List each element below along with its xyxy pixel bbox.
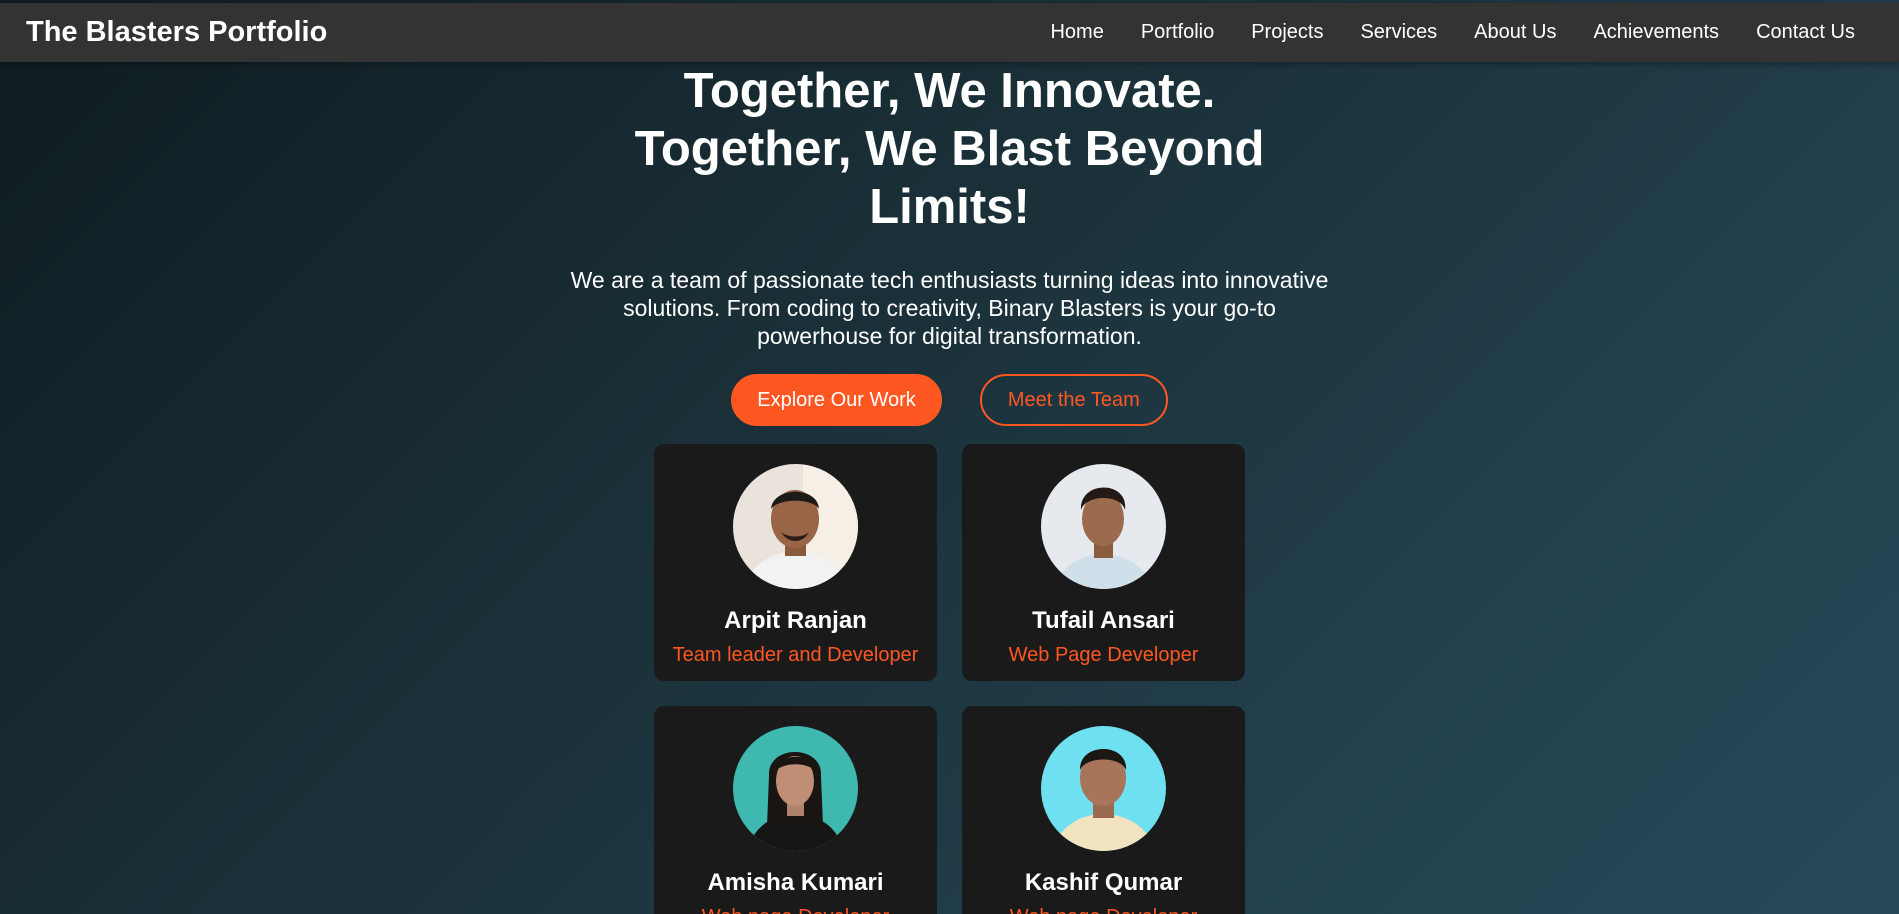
member-name: Tufail Ansari [1032, 607, 1175, 634]
hero-title-line: Together, We Innovate. [683, 64, 1216, 118]
nav-link-about-us[interactable]: About Us [1474, 21, 1556, 44]
meet-the-team-button[interactable]: Meet the Team [979, 374, 1168, 426]
member-name: Arpit Ranjan [724, 607, 867, 634]
team-grid: Arpit Ranjan Team leader and Developer T… [654, 444, 1245, 914]
explore-our-work-button[interactable]: Explore Our Work [731, 374, 942, 426]
nav-link-projects[interactable]: Projects [1251, 21, 1323, 44]
cta-row: Explore Our Work Meet the Team [731, 374, 1168, 426]
hero-title-line: Limits! [869, 180, 1030, 234]
team-card: Tufail Ansari Web Page Developer [962, 444, 1245, 681]
navbar: The Blasters Portfolio Home Portfolio Pr… [0, 3, 1899, 62]
avatar [733, 726, 858, 851]
avatar [733, 464, 858, 589]
nav-link-services[interactable]: Services [1360, 21, 1437, 44]
avatar [1041, 464, 1166, 589]
person-photo-icon [1041, 726, 1166, 851]
hero-title: Together, We Innovate. Together, We Blas… [600, 62, 1300, 236]
member-role: Web page Developer [1010, 906, 1198, 914]
member-role: Team leader and Developer [672, 644, 919, 666]
person-photo-icon [733, 726, 858, 851]
nav-link-portfolio[interactable]: Portfolio [1141, 21, 1214, 44]
nav-link-achievements[interactable]: Achievements [1593, 21, 1719, 44]
nav-link-contact-us[interactable]: Contact Us [1756, 21, 1855, 44]
team-card: Amisha Kumari Web page Developer [654, 706, 937, 914]
nav-link-home[interactable]: Home [1050, 21, 1103, 44]
team-card: Kashif Qumar Web page Developer [962, 706, 1245, 914]
brand-logo[interactable]: The Blasters Portfolio [26, 16, 327, 49]
page: The Blasters Portfolio Home Portfolio Pr… [0, 0, 1899, 914]
hero-description: We are a team of passionate tech enthusi… [570, 267, 1329, 349]
nav-links: Home Portfolio Projects Services About U… [1013, 21, 1855, 44]
member-name: Amisha Kumari [707, 869, 884, 896]
hero-section: Together, We Innovate. Together, We Blas… [0, 62, 1899, 426]
person-photo-icon [1041, 464, 1166, 589]
team-card: Arpit Ranjan Team leader and Developer [654, 444, 937, 681]
member-role: Web page Developer [702, 906, 890, 914]
member-role: Web Page Developer [1008, 644, 1199, 666]
hero-title-line: Together, We Blast Beyond [634, 122, 1265, 176]
member-name: Kashif Qumar [1024, 869, 1183, 896]
person-photo-icon [733, 464, 858, 589]
avatar [1041, 726, 1166, 851]
